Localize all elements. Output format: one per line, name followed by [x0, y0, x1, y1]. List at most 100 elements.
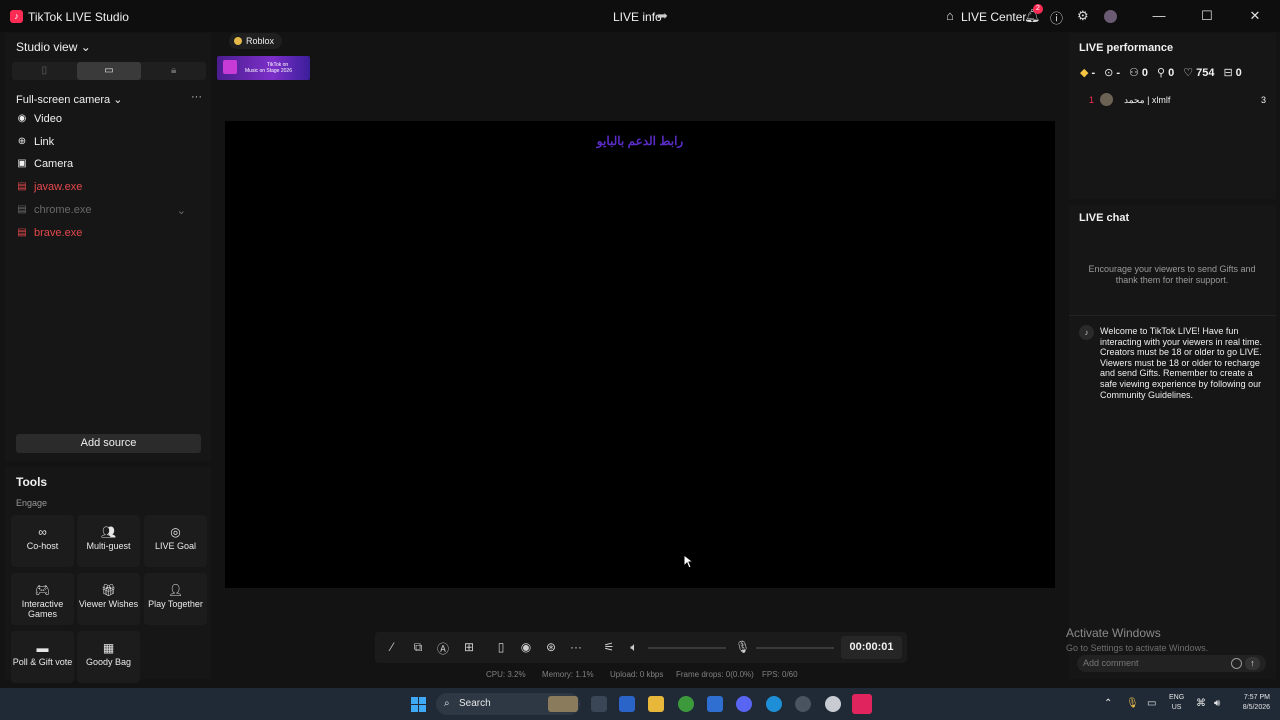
roblox-icon	[234, 37, 242, 45]
add-source-button[interactable]: Add source	[16, 434, 201, 453]
mic-volume-slider[interactable]	[756, 647, 834, 649]
microphone-icon[interactable]: 🎙︎	[735, 640, 750, 654]
home-icon[interactable]: ⌂	[946, 8, 954, 23]
metric-value: -	[1116, 67, 1121, 79]
tool-interactive-games[interactable]: 🎮︎ Interactive Games	[11, 573, 74, 625]
send-arrow-icon[interactable]: ↑	[1245, 657, 1260, 670]
chrome-icon[interactable]	[678, 696, 694, 712]
tool-live-goal[interactable]: ◎ LIVE Goal	[144, 515, 207, 567]
chevron-down-icon: ⌄	[113, 94, 123, 106]
tool-viewer-wishes[interactable]: 🎁︎ Viewer Wishes	[77, 573, 140, 625]
tool-label: Poll & Gift vote	[12, 657, 73, 667]
source-video[interactable]: ◉ Video	[16, 110, 196, 128]
source-link[interactable]: ⊕ Link	[16, 133, 196, 151]
live-info-button[interactable]: LIVE info	[613, 10, 662, 24]
metric-coins: ⊙ -	[1104, 66, 1120, 79]
scene-selector[interactable]: Full-screen camera ⌄ ···	[16, 91, 202, 106]
tool-play-together[interactable]: 👤︎ Play Together	[144, 573, 207, 625]
network-icon[interactable]: ⌘	[1196, 698, 1206, 709]
replay-icon[interactable]: ⊛	[544, 640, 558, 654]
locked-view-icon[interactable]: 🔒︎	[141, 62, 206, 80]
search-highlight-icon[interactable]	[548, 696, 578, 712]
add-media-icon[interactable]: ⊞	[462, 640, 476, 654]
volume-icon[interactable]: 🔊︎	[1214, 698, 1220, 709]
camera-icon: ▣	[17, 158, 27, 169]
engage-section-label: Engage	[16, 498, 48, 508]
tool-co-host[interactable]: ∞ Co-host	[11, 515, 74, 567]
metric-value: 754	[1196, 67, 1215, 79]
source-javaw[interactable]: ▤ javaw.exe	[16, 178, 196, 196]
emoji-icon[interactable]	[1231, 658, 1242, 669]
windows-start-icon[interactable]	[411, 697, 426, 712]
mic-tray-icon[interactable]: 🎙︎	[1126, 698, 1139, 709]
more-icon[interactable]: ···	[569, 640, 583, 654]
clock[interactable]: 7:57 PM 8/5/2026	[1232, 693, 1270, 713]
more-options-icon[interactable]: ···	[191, 91, 202, 103]
diamond-icon: ◆	[1080, 67, 1089, 79]
speaker-icon[interactable]: 🔈︎	[627, 640, 641, 655]
magic-wand-icon[interactable]: ⁄	[385, 640, 399, 654]
tiktok-live-studio-icon[interactable]	[852, 694, 872, 714]
landscape-view-icon[interactable]: ▭	[76, 62, 142, 80]
live-chat-panel: LIVE chat Encourage your viewers to send…	[1069, 205, 1276, 679]
tool-goody-bag[interactable]: ▦ Goody Bag	[77, 631, 140, 683]
enhance-icon[interactable]: ⧉	[411, 640, 425, 655]
live-center-button[interactable]: LIVE Center	[961, 10, 1026, 24]
memory-stat: Memory: 1.1%	[542, 670, 594, 679]
chat-title: LIVE chat	[1079, 212, 1130, 224]
mail-icon[interactable]	[707, 696, 723, 712]
profile-avatar[interactable]	[1104, 10, 1117, 23]
live-performance-panel: LIVE performance ◆ - ⊙ - ⚇ 0 ⚲ 0 ♡ 754 ⊟ 0 1 م…	[1069, 33, 1276, 199]
studio-view-label: Studio view	[16, 40, 78, 54]
preview-canvas[interactable]: رابط الدعم بالبايو	[225, 121, 1055, 588]
record-icon[interactable]: ◉	[519, 640, 533, 654]
new-followers-icon: ⚲	[1157, 67, 1166, 79]
settings-gear-icon[interactable]: ⚙	[1077, 8, 1089, 24]
play-circle-icon: ◉	[17, 113, 27, 124]
tool-poll-gift-vote[interactable]: ▬ Poll & Gift vote	[11, 631, 74, 683]
coin-icon: ⊙	[1104, 67, 1114, 79]
share-icon[interactable]: ➦	[657, 8, 668, 24]
portrait-view-icon[interactable]: ▯	[12, 62, 77, 80]
globe-icon: ⊕	[17, 136, 27, 147]
metric-value: 0	[1235, 67, 1242, 79]
edge-icon[interactable]	[766, 696, 782, 712]
language-indicator[interactable]: ENG US	[1169, 693, 1184, 713]
maximize-icon[interactable]: ☐	[1197, 8, 1217, 24]
speaker-volume-slider[interactable]	[648, 647, 726, 649]
users-icon: 👥︎	[100, 525, 117, 539]
store-icon[interactable]	[619, 696, 635, 712]
studio-view-dropdown[interactable]: Studio view ⌄	[16, 40, 91, 54]
control-bar: ⁄ ⧉ Ⓐ ⊞ ▯ ◉ ⊛ ··· ⚟ 🔈︎ 🎙︎ 00:00:01	[375, 632, 907, 663]
gamepad-icon: 🎮︎	[34, 583, 51, 597]
minimize-icon[interactable]: —	[1149, 8, 1169, 23]
source-brave[interactable]: ▤ brave.exe	[16, 224, 196, 242]
performance-metrics: ◆ - ⊙ - ⚇ 0 ⚲ 0 ♡ 754 ⊟ 0	[1080, 66, 1242, 79]
scene-label: Full-screen camera	[16, 94, 111, 106]
discord-icon[interactable]	[736, 696, 752, 712]
lang-region: US	[1171, 704, 1182, 711]
help-icon[interactable]: ⓘ	[1050, 8, 1063, 27]
notification-badge: 2	[1033, 4, 1043, 14]
gift-icon: 🎁︎	[100, 583, 117, 597]
ai-icon[interactable]: Ⓐ	[436, 640, 450, 657]
link-icon: ∞	[38, 525, 47, 539]
metric-value: 0	[1141, 67, 1149, 79]
window-capture-icon: ▤	[17, 227, 27, 238]
task-view-icon[interactable]	[591, 696, 607, 712]
phone-icon[interactable]: ▯	[494, 640, 508, 654]
equalizer-icon[interactable]: ⚟	[602, 640, 616, 654]
settings-app-icon[interactable]	[825, 696, 841, 712]
tool-label: Co-host	[26, 541, 59, 551]
category-pill[interactable]: Roblox	[229, 33, 283, 49]
tool-multi-guest[interactable]: 👥︎ Multi-guest	[77, 515, 140, 567]
steam-icon[interactable]	[795, 696, 811, 712]
chevron-down-icon[interactable]: ⌄	[177, 204, 186, 217]
tray-chevron-up-icon[interactable]: ⌃	[1104, 698, 1112, 709]
source-chrome[interactable]: ▤ chrome.exe ⌄	[16, 201, 196, 219]
file-explorer-icon[interactable]	[648, 696, 664, 712]
tray-app-icon[interactable]: ▭	[1147, 698, 1156, 709]
source-camera[interactable]: ▣ Camera	[16, 155, 196, 173]
event-banner[interactable]: TikTok on Music on Stage 2026	[217, 56, 310, 80]
close-icon[interactable]: ✕	[1245, 8, 1265, 24]
